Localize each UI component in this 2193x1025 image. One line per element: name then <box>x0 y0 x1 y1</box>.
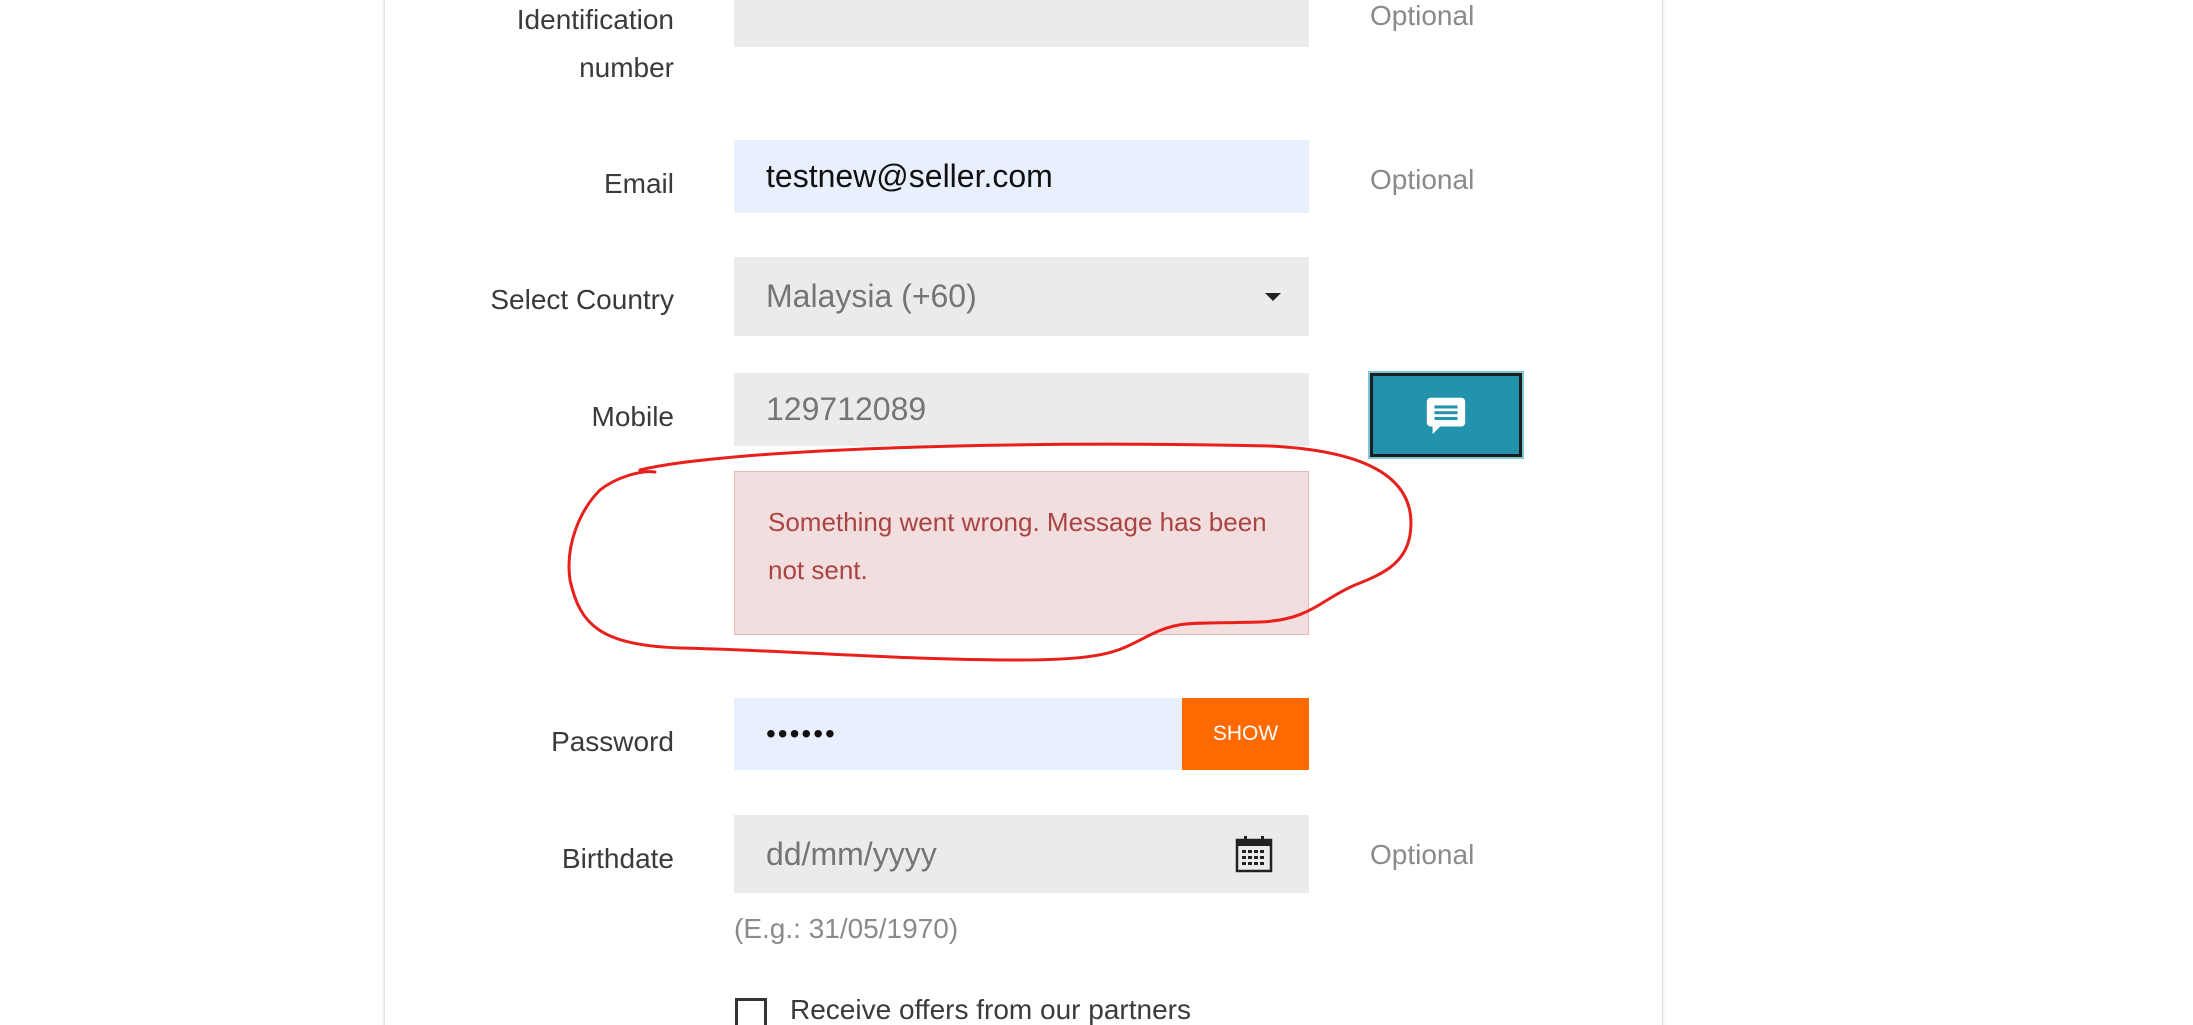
send-sms-button[interactable] <box>1368 371 1524 459</box>
country-label: Select Country <box>490 284 674 315</box>
mobile-label: Mobile <box>591 401 674 432</box>
identification-input[interactable] <box>734 0 1309 47</box>
chevron-down-icon <box>1265 292 1281 301</box>
identification-label-line1: Identification <box>516 4 674 35</box>
birthdate-label: Birthdate <box>561 843 674 874</box>
email-input[interactable]: testnew@seller.com <box>734 140 1309 213</box>
country-select[interactable]: Malaysia (+60) <box>734 257 1309 336</box>
birthdate-input[interactable]: dd/mm/yyyy <box>734 815 1309 893</box>
calendar-icon[interactable] <box>1235 835 1273 873</box>
page: Identification number Optional Email tes… <box>0 0 2193 1025</box>
country-selected-value: Malaysia (+60) <box>766 278 977 314</box>
partners-checkbox[interactable] <box>735 998 767 1025</box>
email-optional: Optional <box>1370 164 1475 195</box>
mobile-input[interactable]: 129712089 <box>734 373 1309 446</box>
show-password-button[interactable]: SHOW <box>1182 698 1309 770</box>
identification-optional: Optional <box>1370 0 1475 31</box>
birthdate-placeholder: dd/mm/yyyy <box>766 835 937 872</box>
password-input[interactable]: •••••• <box>734 698 1182 770</box>
identification-label-line2: number <box>579 52 674 83</box>
partners-checkbox-label[interactable]: Receive offers from our partners <box>790 994 1191 1025</box>
birthdate-optional: Optional <box>1370 839 1475 870</box>
chat-message-icon <box>1426 397 1466 435</box>
birthdate-hint: (E.g.: 31/05/1970) <box>734 913 959 944</box>
identification-label: Identification number <box>414 0 674 92</box>
error-alert: Something went wrong. Message has been n… <box>734 471 1309 635</box>
password-label: Password <box>551 726 674 757</box>
email-label: Email <box>603 168 674 199</box>
